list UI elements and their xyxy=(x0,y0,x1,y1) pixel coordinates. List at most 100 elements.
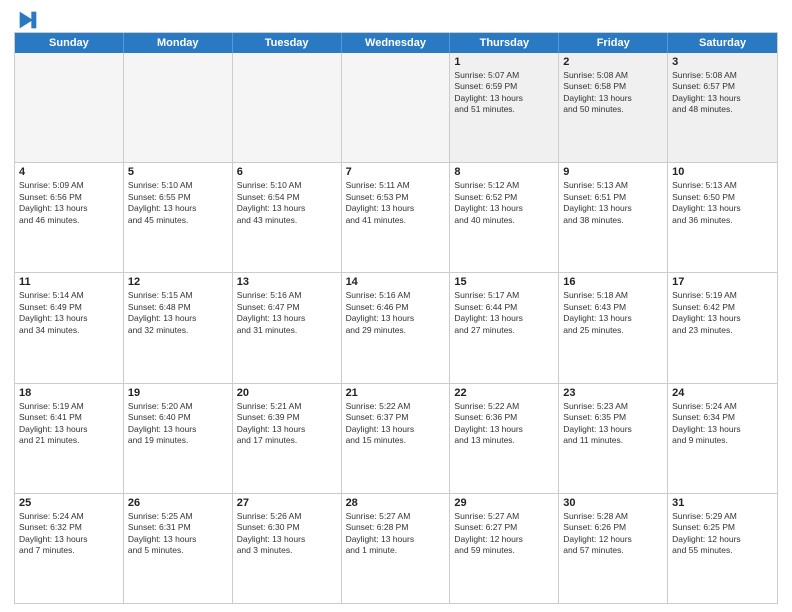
calendar-cell: 7Sunrise: 5:11 AM Sunset: 6:53 PM Daylig… xyxy=(342,163,451,272)
calendar-cell: 22 Sunrise: 5:22 AM Sunset: 6:36 PM Dayli… xyxy=(450,384,559,493)
day-info: Sunrise: 5:22 AM Sunset: 6:37 PM Dayligh… xyxy=(346,401,446,447)
day-info: Sunrise: 5:09 AM Sunset: 6:56 PM Dayligh… xyxy=(19,180,119,226)
day-info: Sunrise: 5:14 AM Sunset: 6:49 PM Dayligh… xyxy=(19,290,119,336)
day-number: 1 xyxy=(454,56,554,68)
day-info: Sunrise: 5:24 AM Sunset: 6:32 PM Dayligh… xyxy=(19,511,119,557)
day-number: 23 xyxy=(563,387,663,399)
weekday-header: Monday xyxy=(124,33,233,53)
page: SundayMondayTuesdayWednesdayThursdayFrid… xyxy=(0,0,792,612)
calendar-cell xyxy=(124,53,233,162)
day-number: 8 xyxy=(454,166,554,178)
calendar-cell: 6 Sunrise: 5:10 AM Sunset: 6:54 PM Daylig… xyxy=(233,163,342,272)
calendar-cell: 24Sunrise: 5:24 AM Sunset: 6:34 PM Dayli… xyxy=(668,384,777,493)
day-number: 20 xyxy=(237,387,337,399)
calendar-cell: 20 Sunrise: 5:21 AM Sunset: 6:39 PM Dayli… xyxy=(233,384,342,493)
weekday-header: Wednesday xyxy=(342,33,451,53)
day-number: 19 xyxy=(128,387,228,399)
calendar-cell: 23 Sunrise: 5:23 AM Sunset: 6:35 PM Dayli… xyxy=(559,384,668,493)
day-info: Sunrise: 5:28 AM Sunset: 6:26 PM Dayligh… xyxy=(563,511,663,557)
calendar-cell: 5 Sunrise: 5:10 AM Sunset: 6:55 PM Daylig… xyxy=(124,163,233,272)
day-info: Sunrise: 5:08 AM Sunset: 6:58 PM Dayligh… xyxy=(563,70,663,116)
calendar-cell: 14 Sunrise: 5:16 AM Sunset: 6:46 PM Dayli… xyxy=(342,273,451,382)
day-info: Sunrise: 5:07 AM Sunset: 6:59 PM Dayligh… xyxy=(454,70,554,116)
day-info: Sunrise: 5:13 AM Sunset: 6:50 PM Dayligh… xyxy=(672,180,773,226)
calendar-cell: 17 Sunrise: 5:19 AM Sunset: 6:42 PM Dayli… xyxy=(668,273,777,382)
day-info: Sunrise: 5:20 AM Sunset: 6:40 PM Dayligh… xyxy=(128,401,228,447)
calendar-cell: 9 Sunrise: 5:13 AM Sunset: 6:51 PM Daylig… xyxy=(559,163,668,272)
calendar-body: 1 Sunrise: 5:07 AM Sunset: 6:59 PM Daylig… xyxy=(15,53,777,603)
calendar-cell: 25 Sunrise: 5:24 AM Sunset: 6:32 PM Dayli… xyxy=(15,494,124,603)
day-number: 31 xyxy=(672,497,773,509)
day-number: 5 xyxy=(128,166,228,178)
day-info: Sunrise: 5:19 AM Sunset: 6:41 PM Dayligh… xyxy=(19,401,119,447)
logo xyxy=(14,10,38,26)
calendar-cell: 29 Sunrise: 5:27 AM Sunset: 6:27 PM Dayli… xyxy=(450,494,559,603)
day-number: 22 xyxy=(454,387,554,399)
calendar-cell: 21 Sunrise: 5:22 AM Sunset: 6:37 PM Dayli… xyxy=(342,384,451,493)
calendar: SundayMondayTuesdayWednesdayThursdayFrid… xyxy=(14,32,778,604)
day-number: 27 xyxy=(237,497,337,509)
calendar-row: 11 Sunrise: 5:14 AM Sunset: 6:49 PM Dayli… xyxy=(15,272,777,382)
day-number: 14 xyxy=(346,276,446,288)
calendar-cell: 11 Sunrise: 5:14 AM Sunset: 6:49 PM Dayli… xyxy=(15,273,124,382)
day-number: 2 xyxy=(563,56,663,68)
day-number: 21 xyxy=(346,387,446,399)
day-info: Sunrise: 5:27 AM Sunset: 6:27 PM Dayligh… xyxy=(454,511,554,557)
calendar-cell: 31 Sunrise: 5:29 AM Sunset: 6:25 PM Dayli… xyxy=(668,494,777,603)
calendar-row: 1 Sunrise: 5:07 AM Sunset: 6:59 PM Daylig… xyxy=(15,53,777,162)
day-info: Sunrise: 5:13 AM Sunset: 6:51 PM Dayligh… xyxy=(563,180,663,226)
day-info: Sunrise: 5:10 AM Sunset: 6:55 PM Dayligh… xyxy=(128,180,228,226)
day-number: 9 xyxy=(563,166,663,178)
day-number: 15 xyxy=(454,276,554,288)
calendar-row: 25 Sunrise: 5:24 AM Sunset: 6:32 PM Dayli… xyxy=(15,493,777,603)
calendar-cell: 27 Sunrise: 5:26 AM Sunset: 6:30 PM Dayli… xyxy=(233,494,342,603)
day-number: 29 xyxy=(454,497,554,509)
day-info: Sunrise: 5:10 AM Sunset: 6:54 PM Dayligh… xyxy=(237,180,337,226)
calendar-row: 18 Sunrise: 5:19 AM Sunset: 6:41 PM Dayli… xyxy=(15,383,777,493)
calendar-cell: 10 Sunrise: 5:13 AM Sunset: 6:50 PM Dayli… xyxy=(668,163,777,272)
day-number: 26 xyxy=(128,497,228,509)
weekday-header: Tuesday xyxy=(233,33,342,53)
calendar-cell xyxy=(233,53,342,162)
day-info: Sunrise: 5:19 AM Sunset: 6:42 PM Dayligh… xyxy=(672,290,773,336)
day-number: 10 xyxy=(672,166,773,178)
day-info: Sunrise: 5:29 AM Sunset: 6:25 PM Dayligh… xyxy=(672,511,773,557)
day-number: 17 xyxy=(672,276,773,288)
day-number: 12 xyxy=(128,276,228,288)
calendar-cell: 18 Sunrise: 5:19 AM Sunset: 6:41 PM Dayli… xyxy=(15,384,124,493)
calendar-cell: 8Sunrise: 5:12 AM Sunset: 6:52 PM Daylig… xyxy=(450,163,559,272)
calendar-cell: 26 Sunrise: 5:25 AM Sunset: 6:31 PM Dayli… xyxy=(124,494,233,603)
calendar-header: SundayMondayTuesdayWednesdayThursdayFrid… xyxy=(15,33,777,53)
day-number: 18 xyxy=(19,387,119,399)
day-info: Sunrise: 5:08 AM Sunset: 6:57 PM Dayligh… xyxy=(672,70,773,116)
day-number: 30 xyxy=(563,497,663,509)
day-number: 6 xyxy=(237,166,337,178)
day-number: 16 xyxy=(563,276,663,288)
day-info: Sunrise: 5:18 AM Sunset: 6:43 PM Dayligh… xyxy=(563,290,663,336)
day-info: Sunrise: 5:26 AM Sunset: 6:30 PM Dayligh… xyxy=(237,511,337,557)
day-number: 25 xyxy=(19,497,119,509)
calendar-cell: 28 Sunrise: 5:27 AM Sunset: 6:28 PM Dayli… xyxy=(342,494,451,603)
day-info: Sunrise: 5:17 AM Sunset: 6:44 PM Dayligh… xyxy=(454,290,554,336)
calendar-cell xyxy=(342,53,451,162)
calendar-cell xyxy=(15,53,124,162)
day-info: Sunrise: 5:16 AM Sunset: 6:46 PM Dayligh… xyxy=(346,290,446,336)
calendar-cell: 30 Sunrise: 5:28 AM Sunset: 6:26 PM Dayli… xyxy=(559,494,668,603)
calendar-cell: 12 Sunrise: 5:15 AM Sunset: 6:48 PM Dayli… xyxy=(124,273,233,382)
day-info: Sunrise: 5:21 AM Sunset: 6:39 PM Dayligh… xyxy=(237,401,337,447)
calendar-cell: 2 Sunrise: 5:08 AM Sunset: 6:58 PM Daylig… xyxy=(559,53,668,162)
day-info: Sunrise: 5:15 AM Sunset: 6:48 PM Dayligh… xyxy=(128,290,228,336)
calendar-cell: 3 Sunrise: 5:08 AM Sunset: 6:57 PM Daylig… xyxy=(668,53,777,162)
day-info: Sunrise: 5:25 AM Sunset: 6:31 PM Dayligh… xyxy=(128,511,228,557)
calendar-cell: 1 Sunrise: 5:07 AM Sunset: 6:59 PM Daylig… xyxy=(450,53,559,162)
day-info: Sunrise: 5:22 AM Sunset: 6:36 PM Dayligh… xyxy=(454,401,554,447)
day-number: 3 xyxy=(672,56,773,68)
day-number: 28 xyxy=(346,497,446,509)
day-info: Sunrise: 5:23 AM Sunset: 6:35 PM Dayligh… xyxy=(563,401,663,447)
weekday-header: Sunday xyxy=(15,33,124,53)
weekday-header: Friday xyxy=(559,33,668,53)
day-number: 11 xyxy=(19,276,119,288)
day-info: Sunrise: 5:27 AM Sunset: 6:28 PM Dayligh… xyxy=(346,511,446,557)
calendar-cell: 4Sunrise: 5:09 AM Sunset: 6:56 PM Daylig… xyxy=(15,163,124,272)
calendar-cell: 16 Sunrise: 5:18 AM Sunset: 6:43 PM Dayli… xyxy=(559,273,668,382)
